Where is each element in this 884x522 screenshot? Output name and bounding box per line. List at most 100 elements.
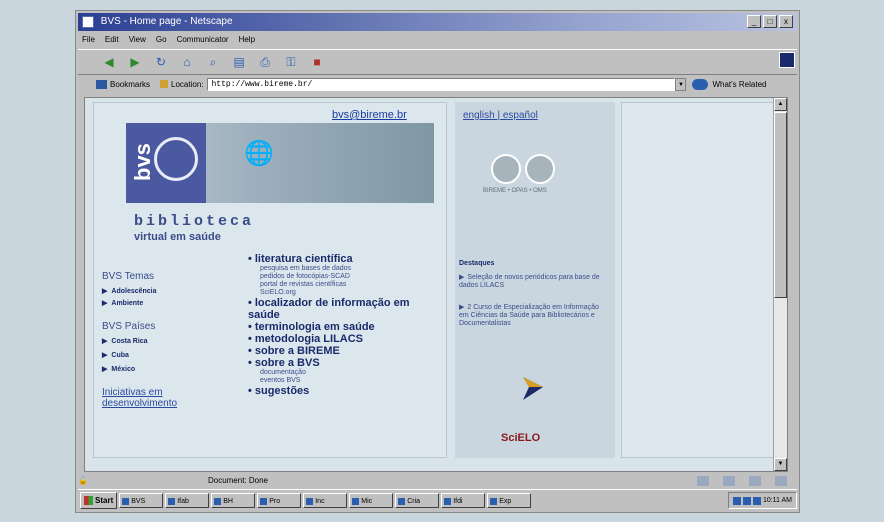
home-button[interactable]: ⌂ <box>178 53 196 71</box>
sub-link[interactable]: eventos BVS <box>260 377 444 385</box>
language-links[interactable]: english | español <box>463 110 538 121</box>
partner-logo-icon[interactable] <box>493 372 553 402</box>
security-button[interactable]: ⚿ <box>282 53 300 71</box>
taskbar-item[interactable]: BVS <box>119 493 164 508</box>
tray-icon[interactable] <box>752 496 761 505</box>
app-icon <box>122 497 130 505</box>
status-text: Document: Done <box>207 476 268 485</box>
taskbar-item[interactable]: Ifab <box>165 493 210 508</box>
taskbar-item[interactable]: Mic <box>349 493 394 508</box>
taskbar-item[interactable]: Pro <box>257 493 302 508</box>
paises-heading: BVS Países <box>102 321 156 332</box>
middle-panel: english | español BIREME • OPAS • OMS De… <box>455 102 615 458</box>
location-toolbar: Bookmarks Location: http://www.bireme.br… <box>78 75 797 93</box>
bookmarks-icon <box>96 79 107 89</box>
sub-link[interactable]: documentação <box>260 369 444 377</box>
scroll-thumb[interactable] <box>774 112 787 298</box>
tema-link[interactable]: ▶ Adolescência <box>102 287 157 295</box>
temas-heading: BVS Temas <box>102 271 155 282</box>
clock: 10:11 AM <box>762 497 792 504</box>
org-names: BIREME • OPAS • OMS <box>483 188 547 194</box>
lock-icon: ⚿ <box>286 54 296 69</box>
location-label: Location: <box>171 79 204 89</box>
bvs-logo-text: bvs <box>130 143 155 181</box>
main-link[interactable]: • localizador de informação em saúde <box>248 297 444 321</box>
menu-edit[interactable]: Edit <box>105 33 119 47</box>
menu-view[interactable]: View <box>129 33 146 47</box>
windows-logo-icon <box>84 496 93 505</box>
main-link[interactable]: • terminologia em saúde <box>248 321 444 333</box>
bookmarks-button[interactable]: Bookmarks <box>96 79 150 89</box>
pais-link[interactable]: ▶ Costa Rica <box>102 337 148 345</box>
vertical-scrollbar[interactable]: ▲ ▼ <box>773 98 787 471</box>
close-button[interactable]: x <box>779 15 793 28</box>
menu-help[interactable]: Help <box>239 33 255 47</box>
reload-button[interactable]: ↻ <box>152 53 170 71</box>
page-proxy-icon[interactable] <box>160 80 169 88</box>
arrow-icon: ▶ <box>102 338 108 345</box>
related-icon <box>692 78 709 90</box>
maximize-button[interactable]: □ <box>763 15 777 28</box>
mail-icon[interactable] <box>723 476 735 486</box>
search-button[interactable]: ⌕ <box>204 53 222 71</box>
taskbar-item[interactable]: Ifdi <box>441 493 486 508</box>
navigator-icon[interactable] <box>697 476 709 486</box>
newsgroups-icon[interactable] <box>775 476 787 486</box>
scroll-up-button[interactable]: ▲ <box>774 98 787 111</box>
sub-link[interactable]: SciELO.org <box>260 289 444 297</box>
windows-taskbar: Start BVS Ifab BH Pro Inc Mic Cria Ifdi … <box>78 489 797 511</box>
bvs-logo: bvs <box>126 123 206 203</box>
main-link[interactable]: • sugestões <box>248 385 444 397</box>
iniciativas-link[interactable]: Iniciativas em desenvolvimento <box>102 387 177 409</box>
minimize-button[interactable]: _ <box>747 15 761 28</box>
forward-button[interactable]: ▶ <box>126 53 144 71</box>
taskbar-item[interactable]: Exp <box>487 493 532 508</box>
guide-button[interactable]: ▤ <box>230 53 248 71</box>
sub-link[interactable]: pesquisa em bases de dados <box>260 265 444 273</box>
window-title: BVS - Home page - Netscape <box>100 16 233 27</box>
location-label-group: Location: <box>160 80 203 89</box>
menu-communicator[interactable]: Communicator <box>177 33 229 47</box>
pais-link[interactable]: ▶ México <box>102 365 135 373</box>
sub-link[interactable]: portal de revistas científicas <box>260 281 444 289</box>
arrow-icon: ▶ <box>102 366 108 373</box>
main-link[interactable]: • sobre a BVS <box>248 357 444 369</box>
sub-link[interactable]: pedidos de fotocópias-SCAD <box>260 273 444 281</box>
print-icon: ⎙ <box>260 54 270 69</box>
scielo-logo[interactable]: SciELO <box>501 432 540 444</box>
composer-icon[interactable] <box>749 476 761 486</box>
main-link[interactable]: • literatura científica <box>248 253 444 265</box>
main-links: • literatura científica pesquisa em bases… <box>248 253 444 397</box>
taskbar-item[interactable]: Cria <box>395 493 440 508</box>
pais-link[interactable]: ▶ Cuba <box>102 351 129 359</box>
tray-icon[interactable] <box>732 496 741 505</box>
arrow-icon: ▶ <box>459 274 465 281</box>
oms-seal-icon <box>525 154 555 184</box>
back-button[interactable]: ◀ <box>100 53 118 71</box>
destaque-link[interactable]: ▶ Seleção de novos periódicos para base d… <box>459 274 604 290</box>
menu-go[interactable]: Go <box>156 33 167 47</box>
reload-icon: ↻ <box>155 55 167 69</box>
brand-title: biblioteca <box>134 213 255 230</box>
stop-button[interactable]: ■ <box>308 53 326 71</box>
print-button[interactable]: ⎙ <box>256 53 274 71</box>
taskbar-item[interactable]: Inc <box>303 493 348 508</box>
email-link[interactable]: bvs@bireme.br <box>332 109 407 121</box>
destaque-link[interactable]: ▶ 2 Curso de Especialização em Informação… <box>459 304 604 328</box>
taskbar-item[interactable]: BH <box>211 493 256 508</box>
left-panel: bvs@bireme.br bvs 🌐 biblioteca virtual e… <box>93 102 447 458</box>
system-tray: 10:11 AM <box>727 492 797 509</box>
url-input[interactable]: http://www.bireme.br/ <box>207 77 676 91</box>
arrow-icon: ▶ <box>102 352 108 359</box>
security-lock-icon[interactable]: 🔓 <box>78 475 88 487</box>
tray-icon[interactable] <box>742 496 751 505</box>
main-link[interactable]: • metodologia LILACS <box>248 333 444 345</box>
menu-file[interactable]: File <box>82 33 95 47</box>
tema-link[interactable]: ▶ Ambiente <box>102 299 143 307</box>
url-dropdown-button[interactable]: ▼ <box>675 77 687 91</box>
start-button[interactable]: Start <box>80 492 118 509</box>
app-icon <box>490 497 498 505</box>
scroll-down-button[interactable]: ▼ <box>774 458 787 471</box>
whats-related-button[interactable]: What's Related <box>692 78 766 90</box>
main-link[interactable]: • sobre a BIREME <box>248 345 444 357</box>
